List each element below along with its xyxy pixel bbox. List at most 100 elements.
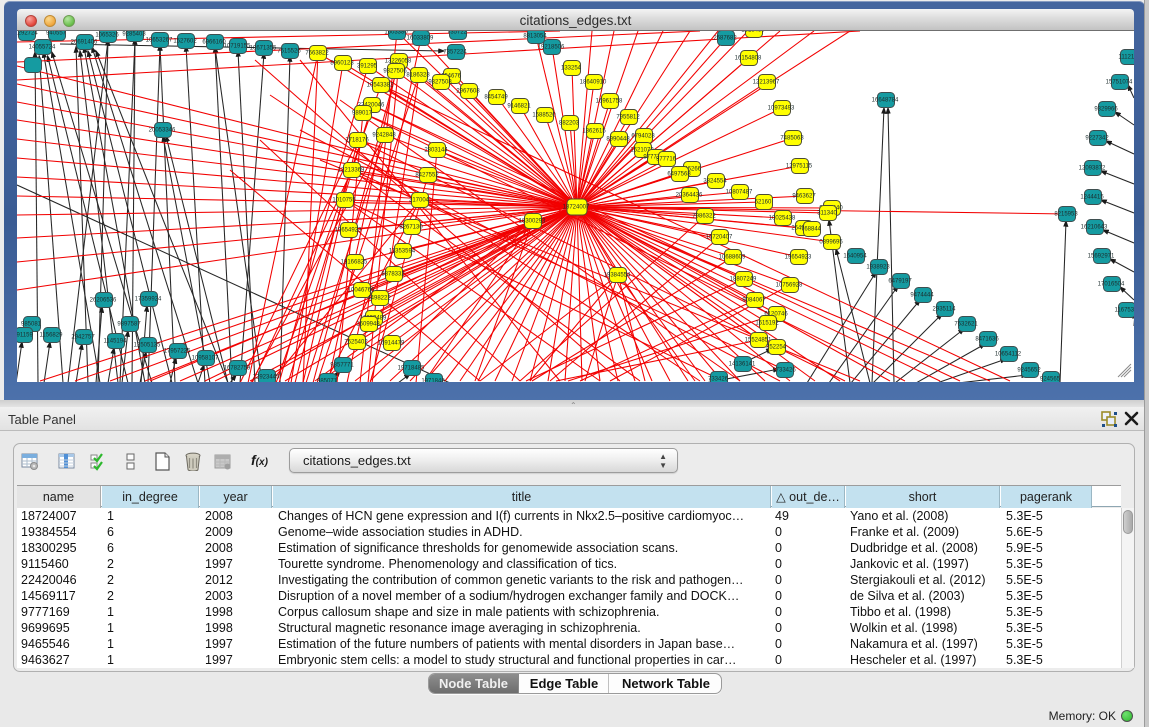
svg-text:19654923: 19654923 — [335, 228, 362, 234]
svg-text:15692971: 15692971 — [1088, 254, 1115, 260]
svg-text:11353594: 11353594 — [389, 249, 416, 255]
svg-text:20364436: 20364436 — [676, 193, 703, 199]
svg-text:6497568: 6497568 — [667, 172, 691, 178]
svg-text:977716: 977716 — [656, 157, 677, 163]
svg-text:12093872: 12093872 — [1079, 166, 1106, 172]
svg-text:6479197: 6479197 — [888, 279, 912, 285]
svg-text:1156829: 1156829 — [40, 333, 64, 339]
svg-text:19218506: 19218506 — [538, 45, 565, 51]
svg-text:217004: 217004 — [409, 198, 430, 204]
svg-text:12505135: 12505135 — [134, 343, 161, 349]
svg-text:9857771: 9857771 — [330, 363, 354, 369]
svg-text:1145194: 1145194 — [104, 339, 128, 345]
svg-text:16782759: 16782759 — [224, 366, 251, 372]
svg-text:1603380: 1603380 — [384, 31, 408, 36]
svg-text:62160: 62160 — [755, 200, 772, 206]
svg-text:1733426: 1733426 — [772, 368, 796, 374]
svg-text:18807249: 18807249 — [730, 277, 757, 283]
svg-text:7357224: 7357224 — [443, 50, 467, 56]
svg-text:8454749: 8454749 — [484, 95, 508, 101]
svg-text:7485063: 7485063 — [780, 136, 804, 142]
svg-text:7625402: 7625402 — [344, 340, 368, 346]
svg-text:1362615: 1362615 — [582, 129, 606, 135]
svg-text:10653267: 10653267 — [146, 38, 173, 44]
svg-text:2803144: 2803144 — [424, 148, 448, 154]
svg-text:26206536: 26206536 — [90, 298, 117, 304]
svg-text:19718485: 19718485 — [398, 366, 425, 372]
svg-text:9084067: 9084067 — [742, 298, 766, 304]
svg-text:2718176: 2718176 — [345, 138, 369, 144]
svg-text:133254: 133254 — [561, 66, 582, 72]
svg-text:7955812: 7955812 — [616, 115, 640, 121]
svg-text:311340: 311340 — [817, 211, 837, 217]
svg-text:1010755: 1010755 — [332, 198, 356, 204]
svg-text:1615192: 1615192 — [755, 321, 779, 327]
svg-text:8267130: 8267130 — [399, 225, 423, 231]
svg-text:1292724: 1292724 — [17, 31, 38, 37]
svg-text:9285403: 9285403 — [122, 32, 146, 38]
svg-text:10719155: 10719155 — [224, 44, 251, 50]
svg-text:7515526: 7515526 — [277, 49, 301, 55]
svg-text:10654112: 10654112 — [995, 352, 1022, 358]
svg-text:768844: 768844 — [801, 227, 822, 233]
svg-text:19166825: 19166825 — [341, 260, 368, 266]
svg-text:1167533: 1167533 — [1115, 308, 1134, 314]
svg-text:12213967: 12213967 — [753, 80, 780, 86]
svg-text:10807487: 10807487 — [726, 190, 753, 196]
svg-text:9146821: 9146821 — [507, 104, 531, 110]
svg-text:9327508: 9327508 — [428, 80, 452, 86]
svg-text:14136141: 14136141 — [729, 362, 756, 368]
svg-text:10543382: 10543382 — [367, 83, 394, 89]
svg-text:9227342: 9227342 — [1085, 136, 1109, 142]
svg-text:2942757: 2942757 — [71, 335, 95, 341]
svg-text:20691406: 20691406 — [71, 40, 98, 46]
svg-text:18724007: 18724007 — [563, 205, 590, 211]
svg-text:9242848: 9242848 — [372, 133, 396, 139]
svg-text:989017: 989017 — [352, 111, 373, 117]
svg-text:7632621: 7632621 — [954, 322, 978, 328]
svg-text:8990448: 8990448 — [606, 137, 630, 143]
svg-text:2935114: 2935114 — [933, 307, 957, 313]
svg-text:1527602: 1527602 — [173, 39, 197, 45]
svg-text:14055724: 14055724 — [29, 45, 56, 51]
svg-text:2967608: 2967608 — [456, 89, 480, 95]
svg-text:19384554: 19384554 — [604, 273, 631, 279]
svg-text:15524851: 15524851 — [745, 338, 772, 344]
svg-text:985071: 985071 — [317, 379, 338, 383]
svg-text:8186328: 8186328 — [406, 73, 430, 79]
svg-text:6794028: 6794028 — [631, 134, 655, 140]
svg-text:18640910: 18640910 — [580, 80, 607, 86]
svg-text:1609948: 1609948 — [356, 322, 380, 328]
svg-text:1640954: 1640954 — [843, 254, 867, 260]
svg-text:9245652: 9245652 — [1017, 368, 1041, 374]
svg-text:10688609: 10688609 — [719, 255, 746, 261]
svg-text:10756928: 10756928 — [776, 283, 803, 289]
svg-text:391159: 391159 — [17, 333, 33, 339]
svg-text:1244415: 1244415 — [1080, 195, 1104, 201]
svg-text:16914479: 16914479 — [378, 341, 405, 347]
svg-text:19654923: 19654923 — [785, 255, 812, 261]
svg-text:9327506: 9327506 — [383, 69, 407, 75]
svg-text:1588520: 1588520 — [532, 113, 556, 119]
svg-text:20053346: 20053346 — [149, 128, 176, 134]
svg-text:12975115: 12975115 — [786, 164, 813, 170]
svg-text:985081: 985081 — [21, 322, 42, 328]
svg-text:7663822: 7663822 — [305, 51, 329, 57]
svg-text:17016504: 17016504 — [1098, 282, 1125, 288]
svg-text:10973493: 10973493 — [768, 106, 795, 112]
svg-text:735722: 735722 — [447, 31, 468, 36]
svg-text:15720407: 15720407 — [706, 235, 733, 241]
svg-text:7986322: 7986322 — [692, 214, 716, 220]
svg-text:1971848: 1971848 — [421, 379, 445, 383]
svg-text:15751074: 15751074 — [1106, 80, 1133, 86]
svg-text:733426: 733426 — [708, 377, 729, 383]
svg-text:16961758: 16961758 — [596, 99, 623, 105]
svg-text:1615480: 1615480 — [741, 31, 765, 34]
svg-text:16154808: 16154808 — [735, 56, 762, 62]
svg-text:8813054: 8813054 — [523, 34, 547, 40]
svg-text:16210643: 16210643 — [1081, 225, 1108, 231]
svg-text:12923445: 12923445 — [253, 375, 280, 381]
svg-text:12213369: 12213369 — [338, 168, 365, 174]
svg-text:17359924: 17359924 — [135, 297, 162, 303]
svg-text:17957225: 17957225 — [164, 349, 191, 355]
